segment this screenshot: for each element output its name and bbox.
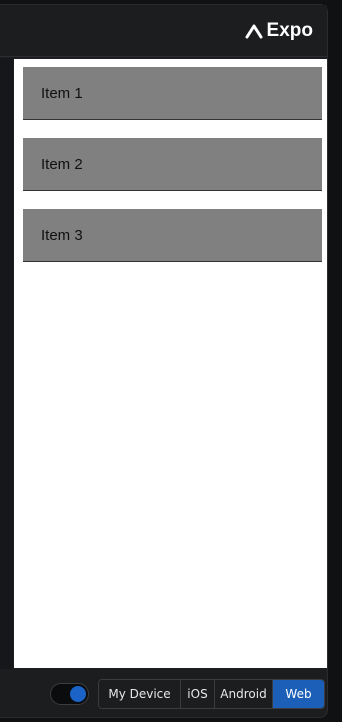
list-item[interactable]: Item 2 — [23, 138, 322, 191]
item-list: Item 1 Item 2 Item 3 — [23, 67, 322, 280]
platform-ios-button[interactable]: iOS — [181, 679, 215, 708]
snack-preview-frame: Expo Item 1 Item 2 Item 3 My Device iOS … — [0, 4, 328, 718]
list-item-label: Item 3 — [41, 226, 83, 244]
brand-label: Expo — [266, 19, 313, 41]
list-item-label: Item 1 — [41, 84, 83, 102]
expo-brand[interactable]: Expo — [245, 20, 313, 42]
side-gutter — [0, 58, 13, 669]
toggle-knob — [70, 685, 86, 702]
expo-logo-icon — [245, 24, 263, 38]
platform-web-button[interactable]: Web — [273, 679, 324, 708]
platform-switcher: My Device iOS Android Web — [98, 678, 325, 709]
device-viewport: Item 1 Item 2 Item 3 — [14, 59, 327, 668]
preview-toggle[interactable] — [50, 682, 89, 705]
list-item-label: Item 2 — [41, 155, 83, 173]
list-item[interactable]: Item 3 — [23, 209, 322, 262]
platform-my-device-button[interactable]: My Device — [99, 679, 181, 708]
preview-footer: My Device iOS Android Web — [0, 669, 327, 718]
platform-android-button[interactable]: Android — [215, 679, 273, 708]
preview-header: Expo — [0, 5, 327, 57]
list-item[interactable]: Item 1 — [23, 67, 322, 120]
